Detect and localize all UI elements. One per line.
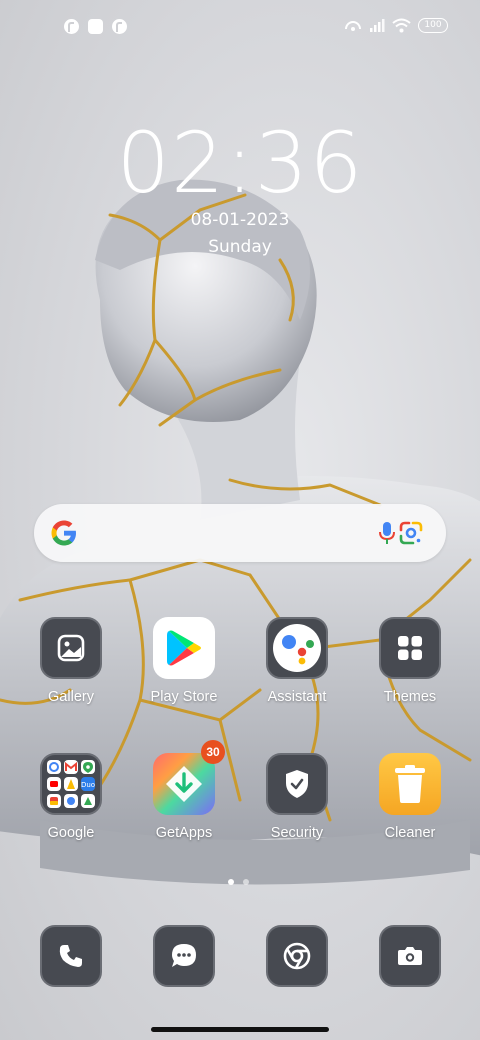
status-bar: 100 bbox=[0, 0, 480, 56]
square-notification-icon bbox=[88, 19, 103, 34]
app-security[interactable]: Security bbox=[242, 753, 352, 841]
battery-indicator: 100 bbox=[418, 17, 448, 33]
dock-phone[interactable] bbox=[40, 925, 102, 987]
app-label: Cleaner bbox=[384, 825, 436, 841]
gallery-icon bbox=[40, 617, 102, 679]
page-dot bbox=[243, 879, 249, 885]
microphone-icon[interactable] bbox=[375, 520, 399, 546]
app-label: GetApps bbox=[155, 825, 213, 841]
page-dot-active bbox=[228, 879, 234, 885]
app-notification-icon bbox=[64, 19, 79, 34]
dock-messages[interactable] bbox=[153, 925, 215, 987]
page-indicator[interactable] bbox=[228, 879, 249, 885]
notification-icons bbox=[64, 19, 127, 34]
app-themes[interactable]: Themes bbox=[355, 617, 465, 705]
app-folder-google[interactable]: Duo Google bbox=[16, 753, 126, 841]
app-label: Security bbox=[270, 825, 324, 841]
svg-text:Duo: Duo bbox=[81, 781, 95, 789]
hotspot-icon bbox=[345, 21, 361, 31]
chrome-icon bbox=[283, 942, 311, 970]
google-search-bar[interactable] bbox=[34, 504, 446, 562]
app-assistant[interactable]: Assistant bbox=[242, 617, 352, 705]
app-play-store[interactable]: Play Store bbox=[129, 617, 239, 705]
app-label: Gallery bbox=[48, 689, 94, 705]
app-label: Themes bbox=[383, 689, 437, 705]
google-g-icon bbox=[51, 520, 76, 546]
app-gallery[interactable]: Gallery bbox=[16, 617, 126, 705]
notification-badge: 30 bbox=[201, 740, 225, 764]
home-gesture-bar[interactable] bbox=[151, 1027, 329, 1032]
play-store-icon bbox=[153, 617, 215, 679]
shield-icon bbox=[266, 753, 328, 815]
google-folder-icon: Duo bbox=[40, 753, 102, 815]
app-getapps[interactable]: 30 GetApps bbox=[129, 740, 239, 841]
google-lens-icon[interactable] bbox=[398, 520, 424, 546]
getapps-icon: 30 bbox=[153, 740, 225, 815]
phone-icon bbox=[59, 945, 82, 967]
clock-date: 08-01-2023 bbox=[190, 210, 290, 230]
dock-camera[interactable] bbox=[379, 925, 441, 987]
app-cleaner[interactable]: Cleaner bbox=[355, 753, 465, 841]
signal-icon bbox=[370, 18, 385, 32]
messages-icon bbox=[172, 944, 196, 967]
clock-time[interactable]: 02:36 bbox=[0, 118, 480, 208]
app-label: Play Store bbox=[150, 689, 218, 705]
camera-icon bbox=[398, 947, 422, 965]
clock-day: Sunday bbox=[208, 237, 272, 257]
assistant-icon bbox=[266, 617, 328, 679]
app-notification-icon bbox=[112, 19, 127, 34]
app-label: Assistant bbox=[267, 689, 327, 705]
themes-icon bbox=[379, 617, 441, 679]
app-label: Google bbox=[47, 825, 95, 841]
system-indicators: 100 bbox=[344, 17, 448, 33]
trash-icon bbox=[379, 753, 441, 815]
dock-chrome[interactable] bbox=[266, 925, 328, 987]
wifi-icon bbox=[392, 18, 411, 32]
